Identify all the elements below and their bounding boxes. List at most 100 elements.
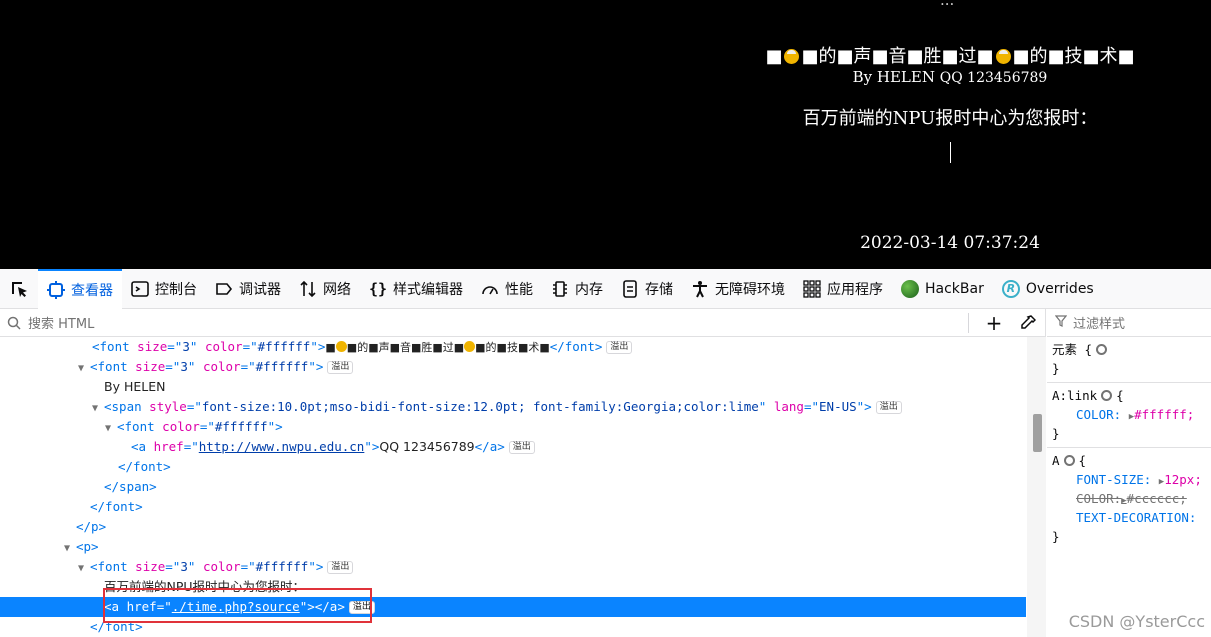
tree-node[interactable]: <font size="3" color="#ffffff">■ ■的■声■音■胜…: [0, 337, 1026, 357]
tab-label: 无障碍环境: [715, 281, 785, 298]
hackbar-icon: [901, 279, 919, 298]
tree-close-tag[interactable]: </span>: [0, 477, 1026, 497]
overrides-icon: R: [1001, 279, 1020, 298]
expand-triangle-icon[interactable]: ▼: [78, 559, 90, 579]
prop-name[interactable]: COLOR:: [1052, 407, 1121, 422]
rule-a-link: A:link{ COLOR: ▶#ffffff; }: [1047, 383, 1211, 448]
devtools-toolbar: 查看器 控制台 调试器 网络 {} 样式编辑器 性能 内存 存储 无障碍环境 应…: [0, 268, 1211, 309]
rules-panel: 过滤样式 元素 { } A:link{ COLOR: ▶#ffffff; } A…: [1047, 309, 1211, 637]
tab-inspector[interactable]: 查看器: [38, 268, 122, 309]
debugger-icon: [215, 280, 233, 298]
inspector-icon: [47, 280, 65, 299]
expand-triangle-icon[interactable]: ▼: [64, 539, 76, 559]
tab-label: Overrides: [1025, 280, 1094, 297]
tab-label: 网络: [323, 281, 351, 298]
tab-label: 应用程序: [827, 281, 883, 298]
prop-name-overridden[interactable]: COLOR:: [1052, 491, 1121, 506]
filter-icon: [1054, 314, 1068, 331]
tree-node[interactable]: ▼ <span style="font-size:10.0pt;mso-bidi-…: [0, 397, 1026, 417]
application-icon: [803, 279, 821, 298]
tab-application[interactable]: 应用程序: [794, 269, 892, 309]
tab-memory[interactable]: 内存: [542, 269, 612, 309]
style-editor-icon: {}: [368, 279, 388, 298]
page-viewport: ... ■ ■的■声■音■胜■过■ ■的■技■术■ By HELEN QQ 1234…: [0, 0, 1211, 269]
add-node-button[interactable]: +: [977, 311, 1011, 335]
song-segment: ■: [765, 46, 783, 67]
prop-name[interactable]: TEXT-DECORATION:: [1052, 510, 1196, 525]
author-name: By HELEN: [852, 68, 935, 86]
prop-value-overridden[interactable]: #cccccc;: [1127, 491, 1187, 506]
tab-label: 查看器: [71, 282, 113, 299]
search-icon: [0, 316, 28, 330]
gear-icon[interactable]: [1101, 390, 1113, 401]
qq-link[interactable]: QQ 123456789: [940, 70, 1048, 86]
tree-node[interactable]: ▼ <font size="3" color="#ffffff"> 溢出: [0, 357, 1026, 377]
memory-icon: [551, 280, 569, 298]
eyedropper-icon: [1021, 314, 1036, 329]
overflow-badge[interactable]: 溢出: [327, 561, 354, 574]
tab-label: 样式编辑器: [393, 281, 463, 298]
rule-element: 元素 { }: [1047, 337, 1211, 383]
tab-accessibility[interactable]: 无障碍环境: [682, 269, 794, 309]
overflow-badge[interactable]: 溢出: [875, 401, 902, 414]
storage-icon: [621, 279, 639, 298]
accessibility-icon: [691, 280, 709, 298]
rule-a: A{ FONT-SIZE: ▶12px; COLOR:▶#cccccc; TEX…: [1052, 453, 1202, 544]
overflow-badge[interactable]: 溢出: [508, 441, 535, 454]
tab-performance[interactable]: 性能: [472, 269, 542, 309]
tab-label: HackBar: [925, 280, 984, 297]
tree-node[interactable]: ▼ <font color="#ffffff">: [0, 417, 1026, 437]
prop-value[interactable]: 12px;: [1164, 472, 1202, 487]
tab-label: 存储: [645, 281, 673, 298]
emoji-face-icon: [995, 49, 1011, 64]
rule-selector: 元素: [1052, 342, 1078, 357]
markup-scrollbar-thumb[interactable]: [1033, 414, 1042, 452]
tree-close-tag[interactable]: </p>: [0, 517, 1026, 537]
text-caret: [950, 142, 951, 163]
element-picker-icon: [12, 281, 27, 297]
html-search-input[interactable]: 搜索 HTML: [28, 313, 968, 332]
time-display: 2022-03-14 07:37:24: [860, 233, 1040, 253]
prop-name[interactable]: FONT-SIZE:: [1052, 472, 1151, 487]
tree-node[interactable]: ▼ <p>: [0, 537, 1026, 557]
tree-text-node[interactable]: By HELEN: [0, 377, 1026, 397]
song-segment: ■的■声■音■胜■过■: [801, 46, 994, 67]
emoji-face-icon: [464, 341, 476, 352]
tab-debugger[interactable]: 调试器: [206, 269, 290, 309]
tree-close-tag[interactable]: </font>: [0, 457, 1026, 477]
tab-network[interactable]: 网络: [290, 269, 360, 309]
tree-node[interactable]: ▼ <font size="3" color="#ffffff"> 溢出: [0, 557, 1026, 577]
prop-value[interactable]: #ffffff;: [1134, 407, 1194, 422]
markup-scrollbar[interactable]: [1027, 337, 1046, 637]
song-title: ■ ■的■声■音■胜■过■ ■的■技■术■: [560, 42, 1211, 68]
expand-triangle-icon[interactable]: ▼: [78, 359, 90, 379]
tab-overrides[interactable]: R Overrides: [993, 269, 1103, 309]
tab-storage[interactable]: 存储: [612, 269, 682, 309]
tab-label: 控制台: [155, 281, 197, 298]
node-text: ■ ■的■声■音■胜■过■ ■的■技■术■: [325, 341, 550, 354]
tab-label: 调试器: [239, 281, 281, 298]
tab-hackbar[interactable]: HackBar: [892, 269, 993, 309]
watermark: CSDN @YsterCcc: [1068, 612, 1205, 631]
filter-styles-bar: 过滤样式: [1047, 309, 1211, 337]
performance-icon: [481, 280, 499, 298]
tree-close-tag[interactable]: </font>: [0, 497, 1026, 517]
console-icon: [131, 280, 149, 298]
gear-icon[interactable]: [1063, 455, 1075, 466]
overflow-badge[interactable]: 溢出: [327, 361, 354, 374]
tree-node[interactable]: <a href="http://www.nwpu.edu.cn">QQ 1234…: [0, 437, 1026, 457]
rule-selector: A:link: [1052, 388, 1098, 403]
rule-selector: A: [1052, 453, 1060, 468]
overflow-badge[interactable]: 溢出: [606, 341, 633, 354]
expand-triangle-icon[interactable]: ▼: [92, 399, 104, 419]
expand-triangle-icon[interactable]: ▼: [105, 419, 117, 439]
tab-console[interactable]: 控制台: [122, 269, 206, 309]
clipped-text: ...: [940, 0, 955, 9]
eyedropper-button[interactable]: [1011, 314, 1045, 331]
gear-icon[interactable]: [1096, 344, 1108, 355]
filter-styles-input[interactable]: 过滤样式: [1073, 313, 1125, 332]
tab-style-editor[interactable]: {} 样式编辑器: [360, 269, 472, 309]
element-picker-button[interactable]: [0, 269, 38, 309]
tab-label: 性能: [505, 281, 533, 298]
annotation-highlight-box: [103, 588, 372, 623]
